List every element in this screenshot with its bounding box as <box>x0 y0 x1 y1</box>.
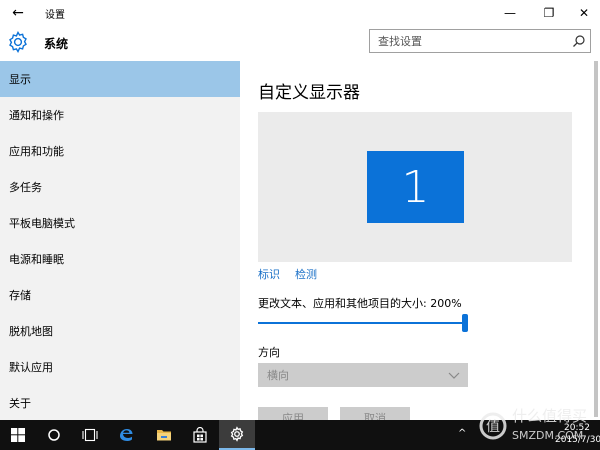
edge-icon <box>120 429 133 441</box>
display-arrangement-area: 1 <box>258 112 572 262</box>
search-icon[interactable] <box>572 34 586 48</box>
scale-slider-thumb[interactable] <box>462 314 468 332</box>
sidebar-item-about[interactable]: 关于 <box>0 385 240 421</box>
watermark-domain: SMZDM.COM <box>512 429 584 442</box>
svg-text:值: 值 <box>486 419 500 435</box>
settings-header: 系统 <box>0 25 600 61</box>
gear-icon <box>9 31 27 53</box>
minimize-icon: — <box>504 5 516 20</box>
windows-start-icon <box>11 428 25 442</box>
sidebar-item-apps-features[interactable]: 应用和功能 <box>0 133 240 169</box>
cortana-icon <box>48 429 60 441</box>
section-title: 自定义显示器 <box>258 83 360 103</box>
sidebar-item-default-apps[interactable]: 默认应用 <box>0 349 240 385</box>
sidebar-item-multitasking[interactable]: 多任务 <box>0 169 240 205</box>
edge-button[interactable] <box>108 420 144 450</box>
task-view-button[interactable] <box>72 420 108 450</box>
sidebar-item-offline-maps[interactable]: 脱机地图 <box>0 313 240 349</box>
back-button[interactable]: ← <box>0 0 36 25</box>
orientation-dropdown[interactable]: 横向 <box>258 363 468 387</box>
watermark-text: 什么值得买 <box>512 407 588 425</box>
window-title: 设置 <box>45 10 65 21</box>
file-explorer-icon <box>157 430 171 441</box>
restore-icon: ❐ <box>543 5 555 20</box>
sidebar-item-display[interactable]: 显示 <box>0 61 240 97</box>
monitor-tile[interactable]: 1 <box>367 151 464 223</box>
scale-slider-track[interactable] <box>258 322 466 324</box>
identify-link[interactable]: 标识 <box>258 266 280 282</box>
sidebar: 显示 通知和操作 应用和功能 多任务 平板电脑模式 电源和睡眠 存储 脱机地图 … <box>0 61 240 420</box>
start-button[interactable] <box>0 420 36 450</box>
sidebar-item-tablet-mode[interactable]: 平板电脑模式 <box>0 205 240 241</box>
chevron-down-icon <box>448 372 460 379</box>
maximize-button[interactable]: ❐ <box>531 0 567 25</box>
settings-icon <box>230 426 244 442</box>
detect-link[interactable]: 检测 <box>295 266 317 282</box>
title-bar: ← 设置 — ❐ ✕ <box>0 0 600 25</box>
sidebar-item-notifications[interactable]: 通知和操作 <box>0 97 240 133</box>
main-content: 自定义显示器 1 标识 检测 更改文本、应用和其他项目的大小: 200% 方向 … <box>240 61 600 420</box>
watermark: 值 什么值得买 SMZDM.COM <box>476 405 600 450</box>
orientation-label: 方向 <box>258 346 280 359</box>
search-input[interactable] <box>370 30 566 52</box>
task-view-icon <box>82 428 98 442</box>
search-box[interactable] <box>369 29 591 53</box>
close-icon: ✕ <box>578 5 590 20</box>
watermark-logo-icon: 值 <box>479 412 507 440</box>
store-icon <box>193 427 207 443</box>
scale-label: 更改文本、应用和其他项目的大小: 200% <box>258 297 462 310</box>
tray-expand-button[interactable]: ^ <box>458 428 466 439</box>
settings-taskbar-button[interactable] <box>219 420 255 450</box>
store-button[interactable] <box>182 420 218 450</box>
sidebar-item-power-sleep[interactable]: 电源和睡眠 <box>0 241 240 277</box>
orientation-value: 横向 <box>267 369 289 382</box>
close-button[interactable]: ✕ <box>566 0 600 25</box>
apply-button[interactable]: 应用 <box>258 407 328 420</box>
minimize-button[interactable]: — <box>492 0 528 25</box>
file-explorer-button[interactable] <box>146 420 182 450</box>
back-arrow-icon: ← <box>12 4 24 21</box>
scrollbar[interactable] <box>594 61 598 417</box>
page-title: 系统 <box>44 37 69 51</box>
cortana-button[interactable] <box>36 420 72 450</box>
sidebar-item-storage[interactable]: 存储 <box>0 277 240 313</box>
cancel-button[interactable]: 取消 <box>340 407 410 420</box>
